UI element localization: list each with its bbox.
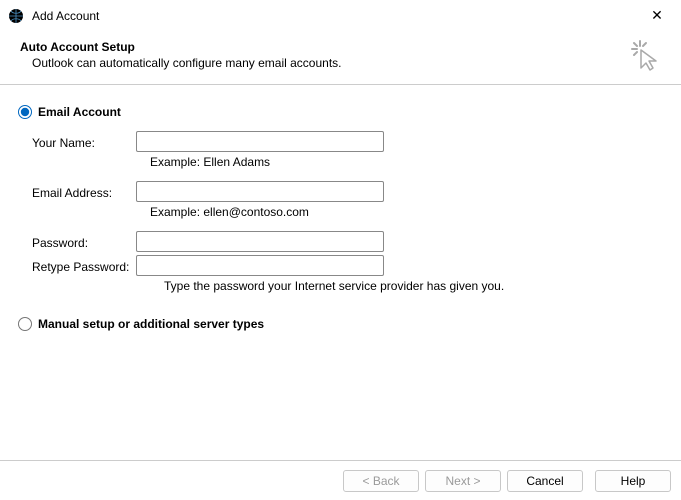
close-button[interactable]: ✕ <box>641 2 673 30</box>
your-name-input[interactable] <box>136 131 384 152</box>
your-name-label: Your Name: <box>32 134 136 150</box>
radio-email-account-input[interactable] <box>18 105 32 119</box>
page-title: Auto Account Setup <box>20 40 661 54</box>
email-account-form: Your Name: Example: Ellen Adams Email Ad… <box>18 131 663 293</box>
back-button[interactable]: < Back <box>343 470 419 492</box>
globe-icon <box>8 8 24 24</box>
password-hint: Type the password your Internet service … <box>164 279 504 293</box>
wizard-footer: < Back Next > Cancel Help <box>0 460 681 500</box>
email-input[interactable] <box>136 181 384 202</box>
titlebar: Add Account ✕ <box>0 0 681 32</box>
radio-manual-setup[interactable]: Manual setup or additional server types <box>18 317 663 331</box>
radio-manual-setup-label: Manual setup or additional server types <box>38 317 264 331</box>
radio-email-account[interactable]: Email Account <box>18 105 663 119</box>
wizard-body: Email Account Your Name: Example: Ellen … <box>0 85 681 451</box>
your-name-example: Example: Ellen Adams <box>150 155 270 169</box>
wizard-header: Auto Account Setup Outlook can automatic… <box>0 32 681 84</box>
password-label: Password: <box>32 234 136 250</box>
email-example: Example: ellen@contoso.com <box>150 205 309 219</box>
next-button[interactable]: Next > <box>425 470 501 492</box>
close-icon: ✕ <box>651 7 663 24</box>
window-title: Add Account <box>32 9 641 23</box>
radio-email-account-label: Email Account <box>38 105 121 119</box>
retype-password-label: Retype Password: <box>32 258 136 274</box>
email-label: Email Address: <box>32 184 136 200</box>
retype-password-input[interactable] <box>136 255 384 276</box>
cursor-click-icon <box>629 38 663 75</box>
cancel-button[interactable]: Cancel <box>507 470 583 492</box>
help-button[interactable]: Help <box>595 470 671 492</box>
password-input[interactable] <box>136 231 384 252</box>
page-subtitle: Outlook can automatically configure many… <box>20 54 661 70</box>
radio-manual-setup-input[interactable] <box>18 317 32 331</box>
